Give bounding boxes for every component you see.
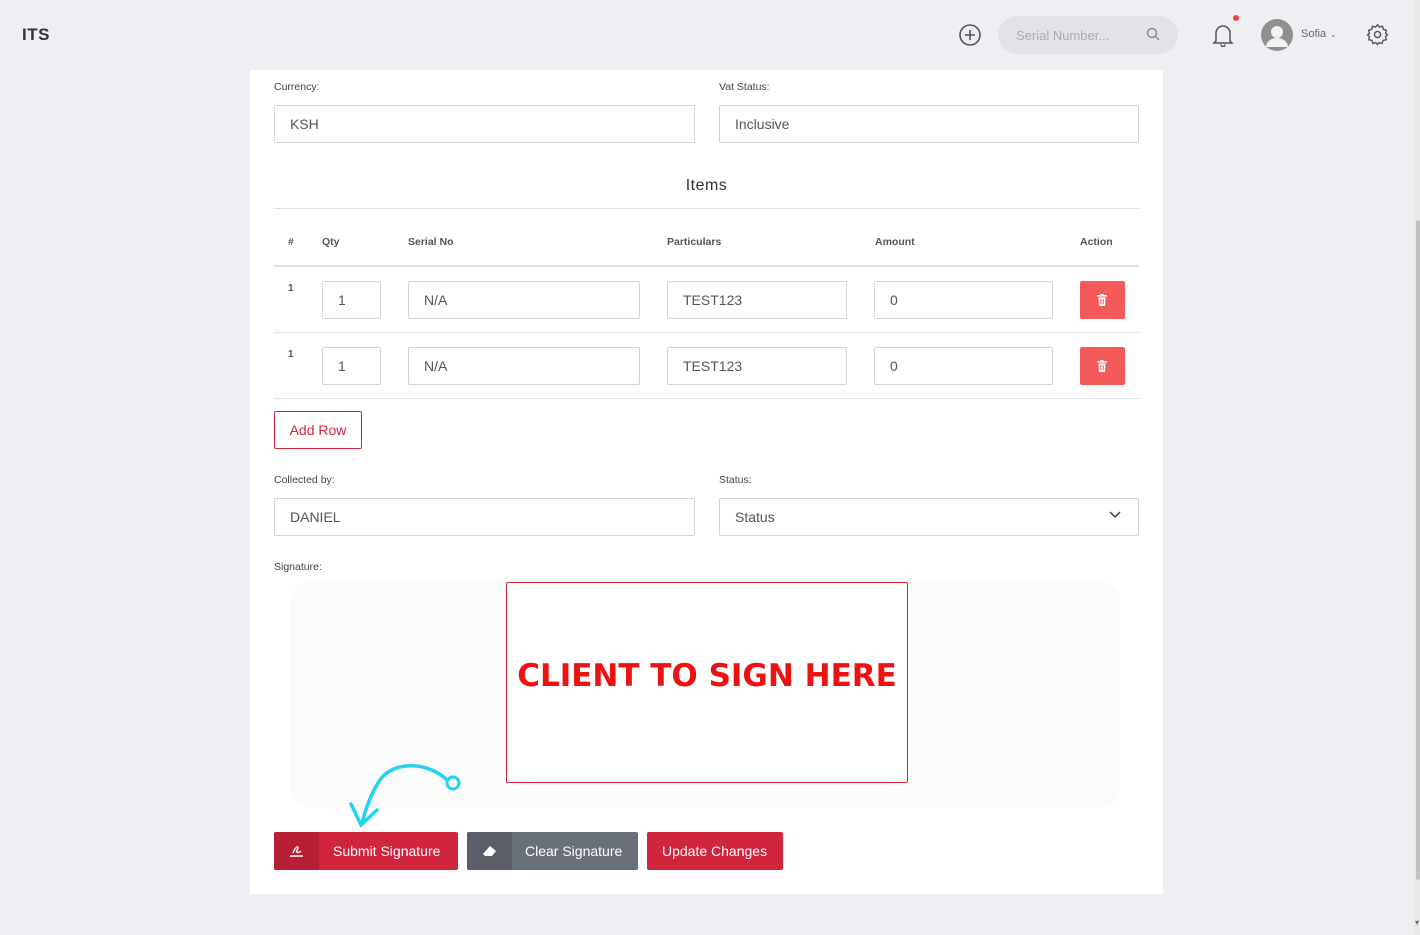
qty-field[interactable] (322, 347, 381, 385)
col-serial-no: Serial No (408, 236, 454, 248)
user-menu-name[interactable]: Sofia (1301, 28, 1326, 40)
submit-signature-button[interactable]: Submit Signature (274, 832, 458, 870)
amount-field[interactable] (874, 281, 1053, 319)
signature-prompt: CLIENT TO SIGN HERE (517, 658, 897, 694)
currency-field[interactable] (274, 105, 695, 143)
col-index: # (288, 236, 294, 248)
delete-row-button[interactable] (1080, 281, 1125, 319)
gear-icon[interactable] (1366, 23, 1389, 46)
serial-no-field[interactable] (408, 347, 640, 385)
signature-icon (274, 832, 319, 870)
signature-label: Signature: (274, 561, 322, 573)
row-index: 1 (288, 349, 294, 360)
collected-by-field[interactable] (274, 498, 695, 536)
status-label: Status: (719, 474, 752, 486)
col-qty: Qty (322, 236, 340, 248)
search-input[interactable] (1016, 25, 1136, 45)
delete-row-button[interactable] (1080, 347, 1125, 385)
submit-signature-label: Submit Signature (333, 843, 441, 859)
vat-status-field[interactable] (719, 105, 1139, 143)
page-scrollbar-thumb[interactable] (1416, 220, 1420, 880)
col-action: Action (1080, 236, 1113, 248)
row-divider (274, 398, 1139, 399)
col-particulars: Particulars (667, 236, 722, 248)
eraser-icon (467, 832, 512, 870)
clear-signature-button[interactable]: Clear Signature (467, 832, 638, 870)
annotation-arrow-icon (349, 764, 461, 828)
top-navbar: ITS Sofia ⌄ (0, 0, 1420, 70)
update-changes-label: Update Changes (662, 843, 768, 859)
update-changes-button[interactable]: Update Changes (647, 832, 783, 870)
notification-badge (1233, 15, 1239, 21)
notification-bell-icon[interactable] (1212, 23, 1234, 47)
vat-status-label: Vat Status: (719, 81, 770, 93)
table-header-divider (274, 265, 1139, 267)
add-row-button[interactable]: Add Row (274, 411, 362, 449)
particulars-field[interactable] (667, 347, 847, 385)
trash-icon (1097, 360, 1107, 372)
particulars-field[interactable] (667, 281, 847, 319)
serial-no-field[interactable] (408, 281, 640, 319)
col-amount: Amount (875, 236, 915, 248)
scroll-down-icon[interactable]: ▾ (1415, 918, 1419, 927)
search-icon[interactable] (1146, 27, 1160, 41)
amount-field[interactable] (874, 347, 1053, 385)
row-divider (274, 332, 1139, 333)
avatar[interactable] (1261, 19, 1293, 51)
items-title: Items (685, 177, 728, 194)
trash-icon (1097, 294, 1107, 306)
collected-by-label: Collected by: (274, 474, 335, 486)
brand-logo[interactable]: ITS (22, 25, 50, 45)
search-box (998, 16, 1178, 54)
signature-pad[interactable]: CLIENT TO SIGN HERE (506, 582, 908, 783)
status-select[interactable]: Status (719, 498, 1139, 536)
avatar-icon (1261, 19, 1293, 51)
qty-field[interactable] (322, 281, 381, 319)
add-icon[interactable] (958, 23, 982, 47)
currency-label: Currency: (274, 81, 320, 93)
clear-signature-label: Clear Signature (525, 843, 623, 859)
row-index: 1 (288, 283, 294, 294)
items-divider (274, 208, 1139, 209)
chevron-down-icon[interactable]: ⌄ (1330, 30, 1337, 39)
